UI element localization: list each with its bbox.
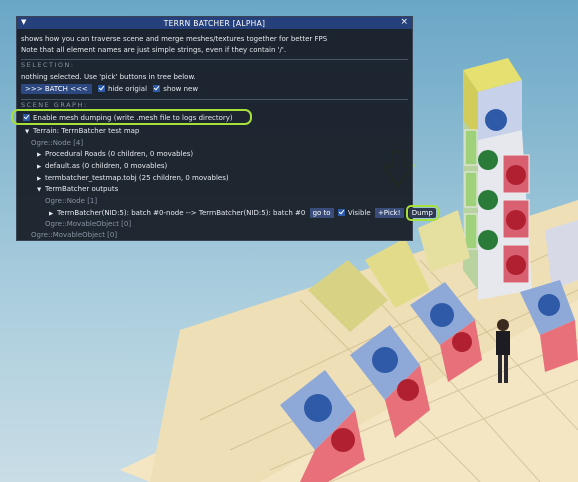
highlight-annotation-box: [11, 109, 252, 125]
selection-heading: SELECTION:: [21, 61, 75, 69]
tree-arrow-icon: ▼: [37, 187, 42, 193]
show-new-checkbox[interactable]: show new: [153, 85, 198, 93]
collapse-triangle-icon[interactable]: ▼: [21, 18, 26, 26]
scene-graph-heading: SCENE GRAPH:: [21, 101, 88, 109]
ogre-node-1: Ogre::Node [1]: [45, 197, 98, 205]
hide-original-label: hide origial: [107, 85, 148, 93]
close-icon[interactable]: ×: [400, 17, 408, 27]
batch-entry-row: ▶ TerrnBatcher(NID:5): batch #0-node --> …: [49, 205, 439, 221]
intro-line-2: Note that all element names are just sim…: [21, 46, 287, 54]
batch-button[interactable]: >>> BATCH <<<: [21, 84, 92, 94]
tree-terrain[interactable]: ▼ Terrain: TerrnBatcher test map: [25, 127, 139, 135]
pick-button[interactable]: +Pick!: [374, 208, 404, 218]
tree-item-default-as[interactable]: ▶ default.as (0 children, 0 movables): [37, 162, 167, 170]
terrn-batcher-window: ▼ TERRN BATCHER [ALPHA] × shows how you …: [11, 16, 439, 241]
divider: [21, 59, 408, 60]
tree-item-label: termbatcher_testmap.tobj (25 children, 0…: [45, 174, 229, 182]
tree-arrow-icon: ▶: [37, 176, 42, 182]
movable-object-inner: Ogre::MovableObject [0]: [45, 220, 132, 228]
selection-status: nothing selected. Use 'pick' buttons in …: [21, 73, 196, 81]
batch-entry-label: TerrnBatcher(NID:5): batch #0-node --> T…: [57, 209, 306, 217]
tree-arrow-icon[interactable]: ▶: [49, 211, 57, 217]
goto-button[interactable]: go to: [309, 208, 334, 218]
divider: [21, 99, 408, 100]
tree-arrow-icon: ▶: [37, 164, 42, 170]
ogre-node-4: Ogre::Node [4]: [31, 139, 84, 147]
tree-item-tobj[interactable]: ▶ termbatcher_testmap.tobj (25 children, …: [37, 174, 229, 182]
visible-label: Visible: [347, 209, 371, 217]
intro-line-1: shows how you can traverse scene and mer…: [21, 35, 328, 43]
tree-item-label: TermBatcher outputs: [45, 185, 119, 193]
tree-item-label: default.as (0 children, 0 movables): [45, 162, 168, 170]
cube-tower: [463, 58, 532, 300]
tree-arrow-icon: ▼: [25, 129, 30, 135]
hide-original-checkbox[interactable]: hide origial: [97, 85, 148, 93]
tree-item-batcher-outputs[interactable]: ▼ TermBatcher outputs: [37, 185, 118, 193]
movable-object-outer: Ogre::MovableObject [0]: [31, 231, 118, 239]
checkbox-icon: [337, 209, 345, 216]
selection-controls: >>> BATCH <<< hide origial show new: [21, 84, 198, 94]
dump-button[interactable]: Dump: [405, 205, 439, 221]
visible-checkbox[interactable]: Visible: [337, 209, 371, 217]
checkbox-icon: [153, 85, 161, 92]
window-title: TERRN BATCHER [ALPHA]: [163, 18, 266, 28]
show-new-label: show new: [163, 85, 199, 93]
window-titlebar[interactable]: ▼ TERRN BATCHER [ALPHA] ×: [17, 17, 412, 29]
tree-arrow-icon: ▶: [37, 152, 42, 158]
terrain-label: Terrain: TerrnBatcher test map: [33, 127, 140, 135]
checkbox-icon: [97, 85, 105, 92]
tree-item-procedural-roads[interactable]: ▶ Procedural Roads (0 children, 0 movable…: [37, 150, 193, 158]
tree-item-label: Procedural Roads (0 children, 0 movables…: [45, 150, 194, 158]
